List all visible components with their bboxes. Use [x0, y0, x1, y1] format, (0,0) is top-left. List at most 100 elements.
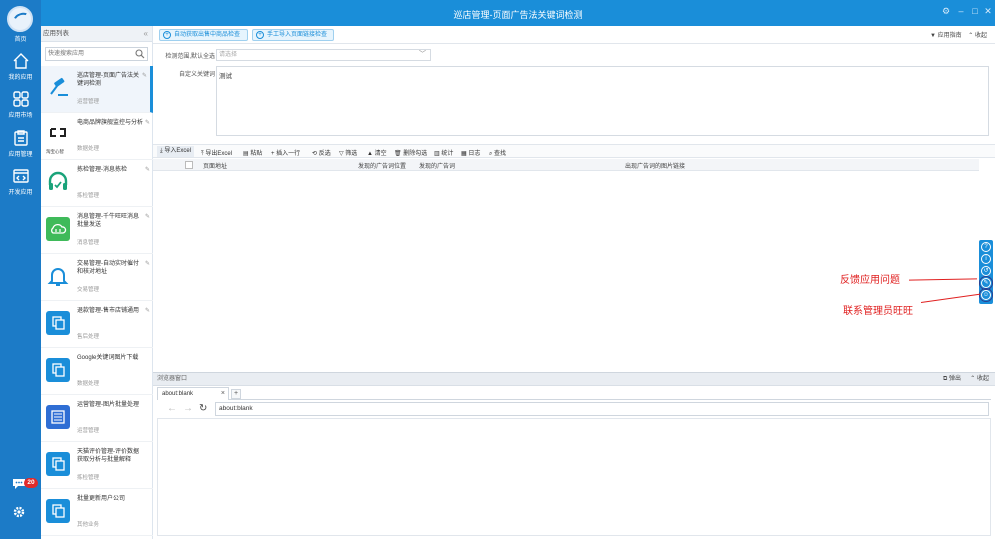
find-button[interactable]: ⌕ 查找 — [489, 148, 506, 158]
app-category: 交易管理 — [77, 287, 100, 293]
scope-label: 检测范围,默认全选 — [165, 54, 215, 60]
collapse-panel-icon[interactable]: « — [144, 26, 148, 42]
import-excel-button[interactable]: ⤓ 导入Excel — [157, 146, 195, 157]
col-keyword[interactable]: 发现的广告词 — [419, 161, 455, 170]
browser-tabs: about:blank × + — [157, 387, 991, 400]
app-name: Google关键词图片下载 — [77, 355, 139, 361]
app-item[interactable]: 天猫评价管理-评价数据获取分析与批量解释 拣检管理 — [41, 442, 153, 489]
nav-app-market[interactable]: 应用市场 — [0, 86, 41, 124]
guide-label: 应用指南 — [937, 33, 962, 39]
maximize-button[interactable]: □ — [968, 4, 982, 18]
browser-header: 浏览器窗口 ⧉ 弹出 ⌃ 收起 — [153, 373, 995, 386]
info-icon[interactable]: i — [981, 254, 991, 264]
app-category: 运营管理 — [77, 99, 100, 105]
app-search-box[interactable] — [45, 47, 148, 61]
popout-button[interactable]: ⧉ 弹出 — [943, 373, 961, 386]
help-icon[interactable]: ? — [981, 242, 991, 252]
paste-button[interactable]: ▤ 粘贴 — [243, 148, 262, 157]
browser-tab-label: about:blank — [162, 391, 194, 397]
clipboard-icon — [13, 130, 28, 146]
col-page-url[interactable]: 页面地址 — [203, 161, 227, 170]
select-all-checkbox[interactable] — [185, 161, 193, 169]
close-tab-icon[interactable]: × — [221, 388, 225, 400]
reload-icon[interactable]: ↻ — [199, 403, 207, 414]
clear-button[interactable]: ▲ 清空 — [367, 148, 387, 157]
back-icon[interactable]: ← — [167, 403, 177, 414]
app-name: 拣检管理-消息拣检 — [77, 167, 127, 173]
keywords-textarea[interactable]: 测试 — [216, 66, 989, 136]
pin-icon[interactable]: ✎ — [142, 72, 147, 79]
log-button[interactable]: ▦ 日志 — [461, 148, 480, 157]
app-item[interactable]: 拣检管理-消息拣检 拣检管理 ✎ — [41, 160, 153, 207]
new-tab-button[interactable]: + — [231, 389, 241, 399]
browser-tab[interactable]: about:blank × — [157, 387, 229, 400]
copy-icon — [46, 311, 70, 335]
manual-import-button[interactable]: + 手工导入页面链接检查 — [252, 29, 334, 41]
plus-icon: + — [163, 31, 171, 39]
guide-link[interactable]: ▼ 应用指南 — [930, 33, 962, 39]
app-item[interactable]: 交易管理-自动实时催付和核对地址 交易管理 ✎ — [41, 254, 153, 301]
insert-row-label: 插入一行 — [276, 151, 301, 157]
pin-icon[interactable]: ✎ — [145, 166, 150, 173]
keywords-label: 自定义关键词 — [178, 72, 215, 78]
minimize-button[interactable]: – — [954, 4, 968, 18]
gear-icon[interactable] — [12, 505, 26, 519]
import-excel-label: 导入Excel — [164, 148, 192, 154]
app-item[interactable]: 淘宝心智 电商品牌旗舰监控与分析 数据处理 ✎ — [41, 113, 153, 160]
nav-dev-apps[interactable]: 开发应用 — [0, 163, 41, 201]
image-list-icon — [46, 405, 70, 429]
contact-admin-icon[interactable]: ☺ — [979, 288, 993, 302]
scope-select[interactable]: 请选择 ﹀ — [216, 49, 431, 61]
export-excel-button[interactable]: ⤒ 导出Excel — [201, 148, 232, 158]
cloud-sync-icon — [46, 217, 70, 241]
feedback-icon[interactable]: ✎ — [979, 276, 993, 290]
auto-check-button[interactable]: + 自动获取出售中商品检查 — [159, 29, 248, 41]
settings-icon[interactable]: ⚙ — [939, 4, 953, 18]
copy-icon — [46, 452, 70, 476]
app-item[interactable]: Google关键词图片下载 数据处理 — [41, 348, 153, 395]
app-item[interactable]: 批量更新用户公司 其他业务 — [41, 489, 153, 536]
col-keyword-position[interactable]: 发现的广告词位置 — [358, 161, 406, 170]
app-search-input[interactable] — [46, 48, 134, 60]
plus-icon: + — [256, 31, 264, 39]
browser-content[interactable] — [157, 418, 991, 536]
app-item[interactable]: 消息管理-千牛旺旺消息批量发送 消息管理 ✎ — [41, 207, 153, 254]
search-icon[interactable] — [135, 49, 145, 59]
filter-button[interactable]: ▽ 筛选 — [339, 148, 357, 157]
app-name: 运营管理-图片批量处理 — [77, 402, 139, 408]
toolbar-right: ▼ 应用指南 ⌃ 收起 — [930, 30, 987, 39]
app-item[interactable]: 退款管理-售市店铺通用 售后处理 ✎ — [41, 301, 153, 348]
pin-icon[interactable]: ✎ — [145, 213, 150, 220]
pin-icon[interactable]: ✎ — [145, 307, 150, 314]
app-item[interactable]: 运营管理-图片批量处理 运营管理 — [41, 395, 153, 442]
nav-label: 我的应用 — [8, 75, 33, 81]
app-item[interactable]: 巡店管理-页面广告法关键词检测 运营管理 ✎ — [41, 66, 153, 113]
scope-placeholder: 请选择 — [219, 52, 238, 58]
invert-select-button[interactable]: ⟲ 反选 — [312, 148, 331, 157]
app-category: 售后处理 — [77, 334, 100, 340]
col-image-link[interactable]: 出现广告词的图片链接 — [625, 161, 685, 170]
app-name: 巡店管理-页面广告法关键词检测 — [77, 73, 139, 87]
app-name: 天猫评价管理-评价数据获取分析与批量解释 — [77, 449, 139, 463]
left-rail: 首页 我的应用 应用市场 应用管理 开发应用 20 — [0, 0, 41, 539]
delete-checked-button[interactable]: 🗑 删除勾选 — [394, 148, 427, 157]
home-label[interactable]: 首页 — [0, 34, 41, 43]
app-category: 其他业务 — [77, 522, 100, 528]
pin-icon[interactable]: ✎ — [145, 119, 150, 126]
stats-button[interactable]: ▥ 统计 — [434, 148, 453, 157]
nav-label: 开发应用 — [8, 190, 33, 196]
grid-icon — [12, 91, 29, 107]
history-icon[interactable]: ↺ — [981, 266, 991, 276]
nav-app-manage[interactable]: 应用管理 — [0, 125, 41, 163]
stats-label: 统计 — [441, 151, 454, 157]
forward-icon[interactable]: → — [183, 403, 193, 414]
close-button[interactable]: ✕ — [981, 4, 995, 18]
pin-icon[interactable]: ✎ — [145, 260, 150, 267]
manual-import-label: 手工导入页面链接检查 — [267, 32, 328, 38]
app-logo[interactable] — [7, 6, 33, 32]
browser-collapse-button[interactable]: ⌃ 收起 — [970, 373, 989, 386]
insert-row-button[interactable]: + 插入一行 — [271, 148, 300, 157]
address-bar[interactable]: about:blank — [215, 402, 989, 416]
collapse-link[interactable]: ⌃ 收起 — [968, 33, 987, 39]
nav-my-apps[interactable]: 我的应用 — [0, 48, 41, 86]
